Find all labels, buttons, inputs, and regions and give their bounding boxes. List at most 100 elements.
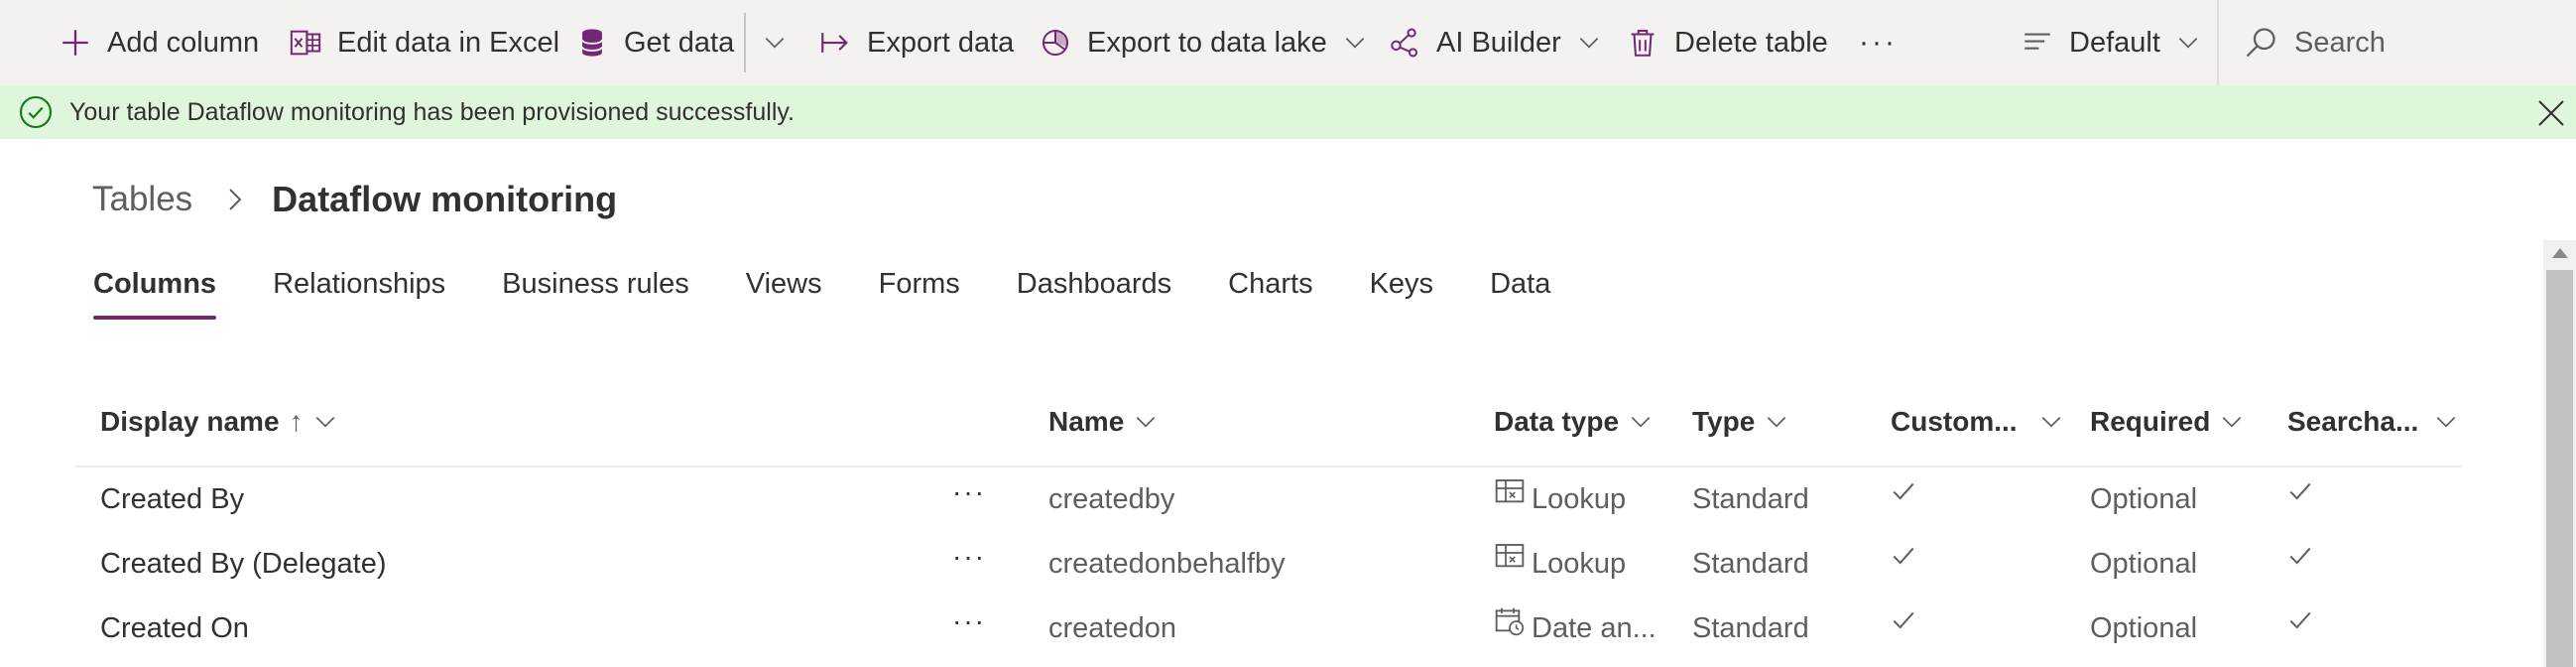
vertical-scrollbar[interactable] xyxy=(2543,240,2576,667)
get-data-label: Get data xyxy=(624,26,735,59)
scroll-up-arrow-icon[interactable] xyxy=(2552,248,2568,258)
row-type: Standard xyxy=(1692,548,1809,580)
tab-charts[interactable]: Charts xyxy=(1228,262,1312,314)
row-display-name: Created On xyxy=(100,612,249,644)
excel-icon xyxy=(288,25,323,61)
chevron-down-icon xyxy=(2432,408,2460,436)
delete-table-button[interactable]: Delete table xyxy=(1625,0,1828,85)
row-searchable-check-icon xyxy=(2287,532,2313,597)
close-icon[interactable] xyxy=(2535,97,2567,129)
lines-icon xyxy=(2020,25,2055,61)
database-icon xyxy=(574,25,610,61)
row-type: Standard xyxy=(1692,612,1809,644)
export-data-lake-button[interactable]: Export to data lake xyxy=(1038,0,1369,85)
column-header-display-name[interactable]: Display name ↑ xyxy=(100,392,339,452)
trash-icon xyxy=(1625,25,1660,61)
command-bar: Add column Edit data in Excel Get data E… xyxy=(0,0,2576,85)
column-header-type[interactable]: Type xyxy=(1692,392,1790,452)
row-display-name: Created By xyxy=(100,483,245,515)
add-column-label: Add column xyxy=(107,26,260,59)
column-header-data-type-label: Data type xyxy=(1494,406,1620,437)
row-searchable-check-icon xyxy=(2287,467,2313,532)
chevron-down-icon xyxy=(2218,408,2246,436)
delete-table-label: Delete table xyxy=(1674,26,1828,59)
tab-business-rules[interactable]: Business rules xyxy=(502,262,689,314)
breadcrumb: Tables Dataflow monitoring xyxy=(92,175,617,224)
ai-builder-label: AI Builder xyxy=(1436,26,1561,59)
ai-builder-button[interactable]: AI Builder xyxy=(1387,0,1603,85)
chevron-down-icon xyxy=(1575,29,1603,57)
row-customizable-check-icon xyxy=(1891,597,1916,661)
sort-ascending-icon: ↑ xyxy=(289,406,304,437)
tab-forms[interactable]: Forms xyxy=(879,262,960,314)
row-customizable-check-icon xyxy=(1891,532,1916,597)
more-commands-button[interactable]: ··· xyxy=(1859,0,1898,85)
row-required: Optional xyxy=(2090,612,2198,644)
view-selector-label: Default xyxy=(2069,26,2160,59)
success-check-icon xyxy=(18,94,54,130)
row-searchable-check-icon xyxy=(2287,597,2313,661)
column-header-name[interactable]: Name xyxy=(1048,392,1160,452)
row-data-type: Lookup xyxy=(1494,467,1626,532)
export-data-lake-label: Export to data lake xyxy=(1087,26,1327,59)
table-tabs: Columns Relationships Business rules Vie… xyxy=(93,262,1607,320)
tab-dashboards[interactable]: Dashboards xyxy=(1017,262,1171,314)
row-more-options-icon[interactable]: ··· xyxy=(952,460,986,524)
chevron-down-icon xyxy=(1763,408,1790,436)
row-data-type: Date an... xyxy=(1494,597,1656,661)
row-data-type-label: Lookup xyxy=(1532,548,1627,580)
column-header-searchable-label: Searcha... xyxy=(2287,406,2419,437)
chevron-down-icon xyxy=(1627,408,1655,436)
table-row[interactable]: Created By (Delegate) ··· createdonbehal… xyxy=(75,532,2462,597)
column-header-customizable[interactable]: Custom... xyxy=(1891,392,2065,452)
row-more-options-icon[interactable]: ··· xyxy=(952,524,986,589)
chevron-down-icon xyxy=(1132,408,1160,436)
chevron-down-icon xyxy=(2037,408,2065,436)
view-selector[interactable]: Default xyxy=(2020,0,2202,85)
row-data-type: Lookup xyxy=(1494,532,1626,597)
add-column-button[interactable]: Add column xyxy=(58,0,259,85)
ai-builder-icon xyxy=(1387,25,1422,61)
get-data-split-divider xyxy=(744,13,746,72)
lookup-icon xyxy=(1494,541,1526,573)
get-data-button[interactable]: Get data xyxy=(574,0,734,85)
chevron-right-icon xyxy=(220,185,250,214)
tab-views[interactable]: Views xyxy=(746,262,822,314)
date-time-icon xyxy=(1494,605,1526,637)
row-customizable-check-icon xyxy=(1891,467,1916,532)
export-data-label: Export data xyxy=(867,26,1015,59)
table-row[interactable]: Created By ··· createdby Lookup Standard… xyxy=(75,467,2462,532)
row-data-type-label: Date an... xyxy=(1532,612,1656,644)
row-name: createdby xyxy=(1048,483,1175,515)
get-data-dropdown-chevron-icon[interactable] xyxy=(761,29,789,57)
column-header-display-name-label: Display name xyxy=(100,406,280,437)
export-arrow-icon xyxy=(817,25,853,61)
tab-relationships[interactable]: Relationships xyxy=(273,262,445,314)
tab-columns[interactable]: Columns xyxy=(93,262,217,320)
chevron-down-icon xyxy=(311,408,339,436)
export-data-button[interactable]: Export data xyxy=(817,0,1014,85)
edit-excel-label: Edit data in Excel xyxy=(337,26,560,59)
search-icon xyxy=(2243,25,2278,61)
tab-keys[interactable]: Keys xyxy=(1370,262,1433,314)
row-required: Optional xyxy=(2090,483,2198,515)
breadcrumb-tables-link[interactable]: Tables xyxy=(92,180,192,219)
search-input[interactable] xyxy=(2294,26,2552,60)
row-type: Standard xyxy=(1692,483,1809,515)
data-lake-icon xyxy=(1038,25,1073,61)
tab-data[interactable]: Data xyxy=(1490,262,1550,314)
column-header-type-label: Type xyxy=(1692,406,1756,437)
row-required: Optional xyxy=(2090,548,2198,580)
row-more-options-icon[interactable]: ··· xyxy=(952,589,986,653)
column-header-required[interactable]: Required xyxy=(2090,392,2246,452)
scrollbar-thumb[interactable] xyxy=(2546,270,2573,667)
table-row[interactable]: Created On ··· createdon Date an... Stan… xyxy=(75,597,2462,661)
column-header-name-label: Name xyxy=(1048,406,1125,437)
success-message-bar: Your table Dataflow monitoring has been … xyxy=(0,85,2576,139)
search-box[interactable] xyxy=(2217,0,2576,85)
column-header-searchable[interactable]: Searcha... xyxy=(2287,392,2460,452)
row-data-type-label: Lookup xyxy=(1532,483,1627,515)
edit-excel-button[interactable]: Edit data in Excel xyxy=(288,0,559,85)
success-message-text: Your table Dataflow monitoring has been … xyxy=(69,98,795,126)
column-header-data-type[interactable]: Data type xyxy=(1494,392,1655,452)
